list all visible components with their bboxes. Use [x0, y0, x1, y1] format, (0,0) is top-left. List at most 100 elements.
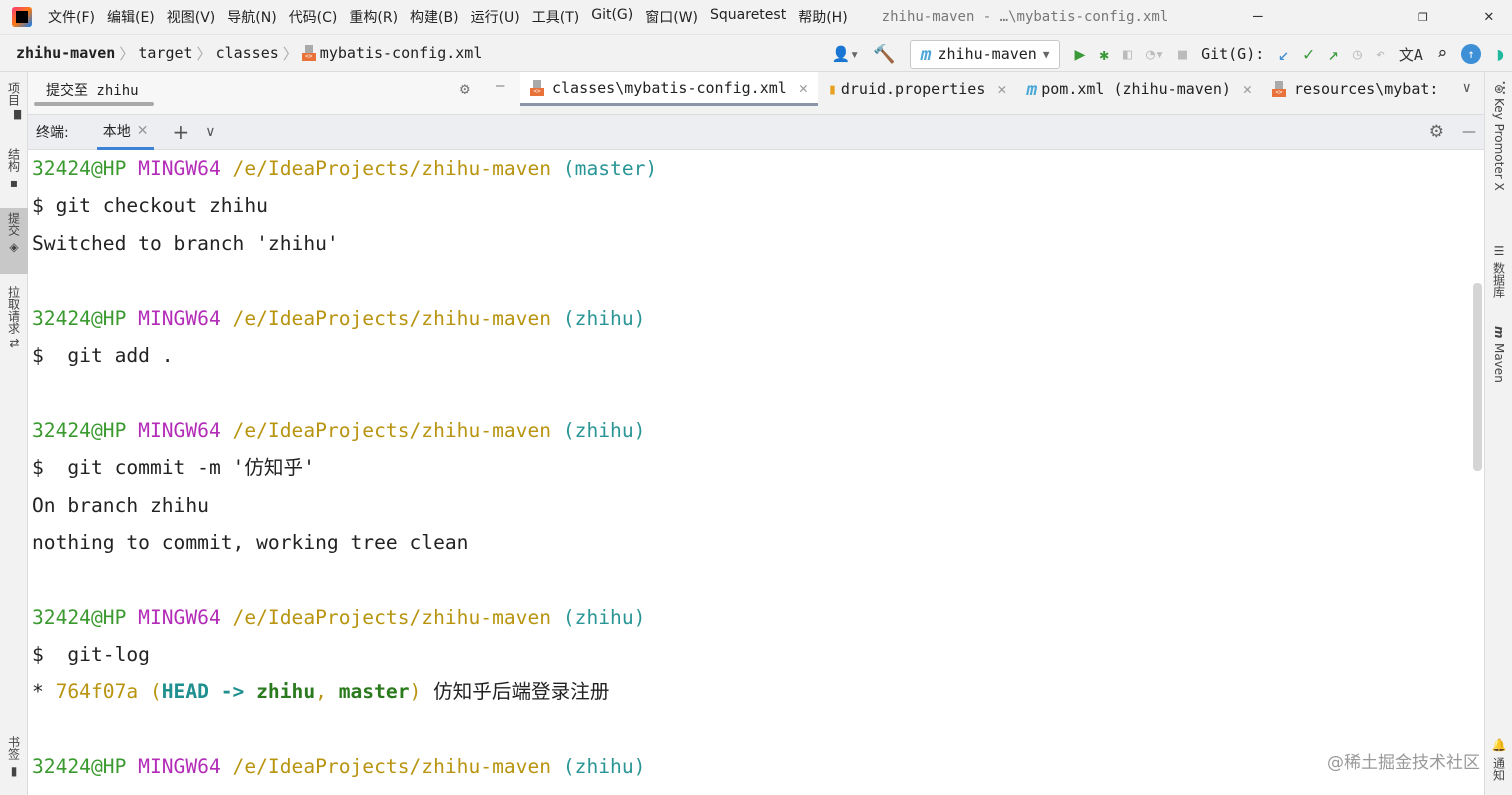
gear-icon[interactable]: ⚙ [460, 79, 470, 98]
git-commit-icon[interactable]: ✓ [1303, 44, 1314, 65]
xml-file-icon [1271, 81, 1286, 97]
terminal-text-plain: $ git commit -m '仿知乎' [32, 456, 315, 480]
git-update-icon[interactable]: ↙ [1278, 44, 1289, 65]
terminal-text-user: 32424@HP [32, 306, 139, 330]
terminal-label: 终端: [36, 125, 69, 141]
scrollbar-thumb[interactable] [1473, 283, 1482, 471]
terminal-text-plain: On branch zhihu [32, 493, 209, 517]
tool-tab-bookmarks[interactable]: 书签 ▮ [0, 732, 28, 782]
terminal-text-branch: (zhihu) [562, 418, 646, 442]
translate-icon[interactable]: 文A [1399, 44, 1423, 65]
terminal-text-greenb: zhihu [256, 680, 316, 704]
run-config-label: zhihu-maven [937, 45, 1037, 63]
terminal-line: $ git-log [32, 636, 1472, 673]
run-configuration-select[interactable]: m zhihu-maven ▼ [909, 39, 1061, 69]
right-tool-strip: ⊛ Key Promoter X ☰ 数据库 m Maven 🔔 通知 [1484, 72, 1512, 795]
breadcrumb-file[interactable]: mybatis-config.xml [320, 44, 483, 62]
git-push-icon[interactable]: ↗ [1328, 44, 1339, 65]
menu-item[interactable]: 代码(C) [289, 7, 338, 27]
terminal-output[interactable]: 32424@HP MINGW64 /e/IdeaProjects/zhihu-m… [28, 150, 1472, 795]
menu-item[interactable]: 文件(F) [48, 7, 95, 27]
terminal-line: $ git add . [32, 337, 1472, 374]
menu-item[interactable]: 帮助(H) [798, 7, 847, 27]
more-icon[interactable]: ⋮ [1497, 80, 1511, 96]
properties-file-icon: ▮ [827, 80, 837, 98]
terminal-text-path: /e/IdeaProjects/zhihu-maven [232, 306, 563, 330]
database-icon: ☰ [1492, 244, 1506, 258]
terminal-text-branch: (zhihu) [562, 605, 646, 629]
search-icon[interactable]: ⌕ [1437, 44, 1447, 64]
terminal-scrollbar[interactable] [1472, 150, 1484, 795]
build-hammer-icon[interactable]: 🔨 [873, 44, 895, 65]
tool-tab-pull-requests[interactable]: 拉取请求 ⇅ [0, 282, 28, 352]
tool-tab-project[interactable]: 项目 ▀ [0, 78, 28, 123]
editor-tabs: classes\mybatis-config.xml✕ ▮druid.prope… [520, 72, 1511, 115]
history-icon[interactable]: ◷ [1353, 45, 1362, 63]
menu-item[interactable]: 窗口(W) [645, 7, 698, 27]
tool-tab-database[interactable]: ☰ 数据库 [1485, 240, 1512, 302]
terminal-text-system: MINGW64 [138, 755, 233, 779]
tab-mybatis-config[interactable]: classes\mybatis-config.xml✕ [520, 72, 818, 106]
terminal-text-system: MINGW64 [138, 306, 233, 330]
profile-icon[interactable]: ◔▾ [1146, 45, 1164, 63]
tool-tab-structure[interactable]: 结构 ▪ [0, 144, 28, 194]
terminal-tab-local[interactable]: 本地 ✕ [96, 115, 155, 150]
terminal-text-hash: , [315, 680, 339, 704]
hide-icon[interactable]: — [496, 78, 504, 94]
breadcrumb-target[interactable]: target [138, 44, 192, 62]
left-tool-strip: 项目 ▀ 结构 ▪ 提交 ◈ 拉取请求 ⇅ 书签 ▮ [0, 72, 28, 795]
watermark: @稀土掘金技术社区 [1327, 753, 1480, 773]
terminal-line: Switched to branch 'zhihu' [32, 225, 1472, 262]
xml-file-icon [301, 45, 316, 61]
stop-icon[interactable]: ■ [1178, 45, 1187, 63]
menu-item[interactable]: 运行(U) [471, 7, 520, 27]
bell-icon: 🔔 [1492, 738, 1506, 753]
commit-to-label[interactable]: 提交至 zhihu [46, 80, 139, 100]
menu-item[interactable]: 重构(R) [349, 7, 398, 27]
tool-tab-notifications[interactable]: 🔔 通知 [1485, 734, 1512, 785]
tool-tab-key-promoter[interactable]: ⊛ Key Promoter X [1485, 80, 1512, 195]
gear-icon[interactable]: ⚙ [1429, 122, 1444, 142]
hide-icon[interactable]: — [1462, 124, 1476, 140]
breadcrumb-classes[interactable]: classes [216, 44, 279, 62]
minimize-button[interactable]: — [1253, 6, 1263, 25]
menu-item[interactable]: Git(G) [591, 7, 633, 27]
tab-pom-xml[interactable]: m pom.xml (zhihu-maven) ✕ [1016, 72, 1262, 106]
coverage-icon[interactable]: ◧ [1123, 45, 1132, 63]
close-button[interactable]: ✕ [1484, 6, 1494, 25]
plugin-icon[interactable]: ◗ [1495, 44, 1506, 65]
breadcrumb-project[interactable]: zhihu-maven [16, 44, 115, 62]
tool-tab-commit[interactable]: 提交 ◈ [0, 208, 28, 274]
terminal-text-plain: $ git-log [32, 643, 150, 667]
terminal-line: * 764f07a (HEAD -> zhihu, master) 仿知乎后端登… [32, 673, 1472, 710]
xml-file-icon [530, 79, 544, 96]
menu-item[interactable]: 导航(N) [227, 7, 276, 27]
tabs-dropdown-icon[interactable]: ∨ [1462, 80, 1470, 96]
terminal-text-plain: Switched to branch 'zhihu' [32, 231, 339, 255]
chevron-down-icon[interactable]: ∨ [205, 124, 215, 140]
terminal-text-plain: * [32, 680, 56, 704]
menu-item[interactable]: 构建(B) [410, 7, 459, 27]
tab-druid-properties[interactable]: ▮ druid.properties ✕ [818, 72, 1017, 106]
terminal-text-branch: (zhihu) [562, 755, 646, 779]
menu-item[interactable]: 工具(T) [532, 7, 579, 27]
menu-item[interactable]: 视图(V) [167, 7, 216, 27]
update-icon[interactable]: ↑ [1461, 44, 1482, 64]
terminal-text-hash: 764f07a [55, 680, 150, 704]
restore-button[interactable]: ❐ [1418, 6, 1428, 25]
debug-icon[interactable]: ✱ [1099, 45, 1109, 64]
terminal-text-system: MINGW64 [138, 605, 233, 629]
terminal-text-user: 32424@HP [32, 605, 139, 629]
tool-tab-maven[interactable]: m Maven [1485, 322, 1512, 386]
user-icon[interactable]: 👤▾ [832, 45, 860, 63]
run-icon[interactable]: ▶ [1074, 44, 1085, 65]
menu-item[interactable]: 编辑(E) [107, 7, 155, 27]
tab-resources-mybatis[interactable]: resources\mybat: [1262, 72, 1449, 106]
pull-request-icon: ⇅ [7, 338, 21, 349]
new-terminal-icon[interactable]: + [172, 120, 189, 144]
rollback-icon[interactable]: ↶ [1376, 45, 1385, 63]
menu-item[interactable]: Squaretest [710, 7, 786, 27]
